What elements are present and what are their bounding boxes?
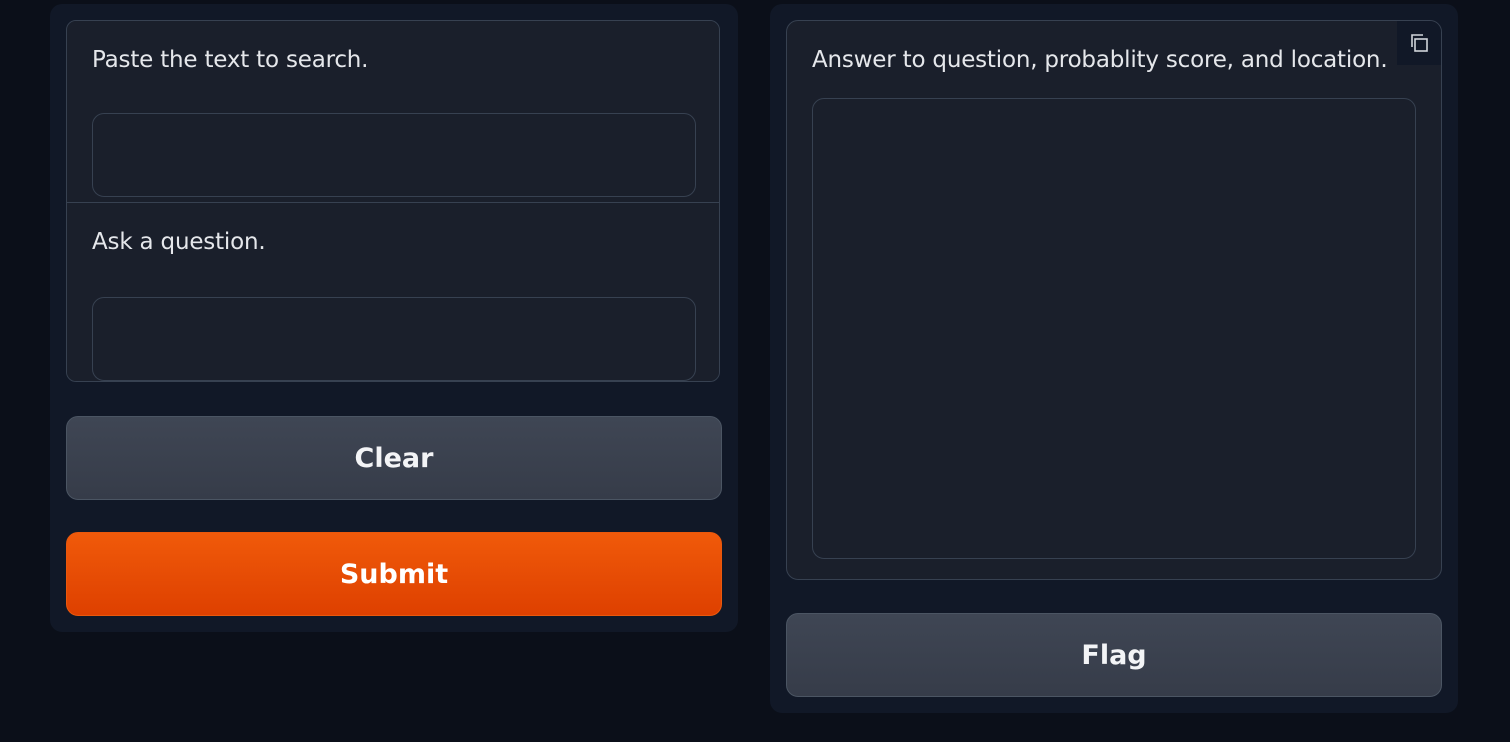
output-block: Answer to question, probablity score, an… — [786, 20, 1442, 580]
context-label: Paste the text to search. — [92, 47, 369, 73]
input-panel: Paste the text to search. Ask a question… — [50, 4, 738, 632]
context-textbox[interactable] — [92, 113, 696, 197]
clear-button[interactable]: Clear — [66, 416, 722, 500]
copy-icon — [1411, 34, 1428, 52]
question-textbox[interactable] — [92, 297, 696, 381]
question-label: Ask a question. — [92, 229, 266, 255]
output-textbox[interactable] — [812, 98, 1416, 559]
output-label: Answer to question, probablity score, an… — [812, 47, 1388, 73]
flag-button[interactable]: Flag — [786, 613, 1442, 697]
input-form: Paste the text to search. Ask a question… — [66, 20, 720, 382]
question-field-group: Ask a question. — [67, 203, 719, 381]
context-field-group: Paste the text to search. — [67, 21, 719, 203]
submit-button[interactable]: Submit — [66, 532, 722, 616]
copy-button[interactable] — [1397, 21, 1441, 65]
output-panel: Answer to question, probablity score, an… — [770, 4, 1458, 713]
